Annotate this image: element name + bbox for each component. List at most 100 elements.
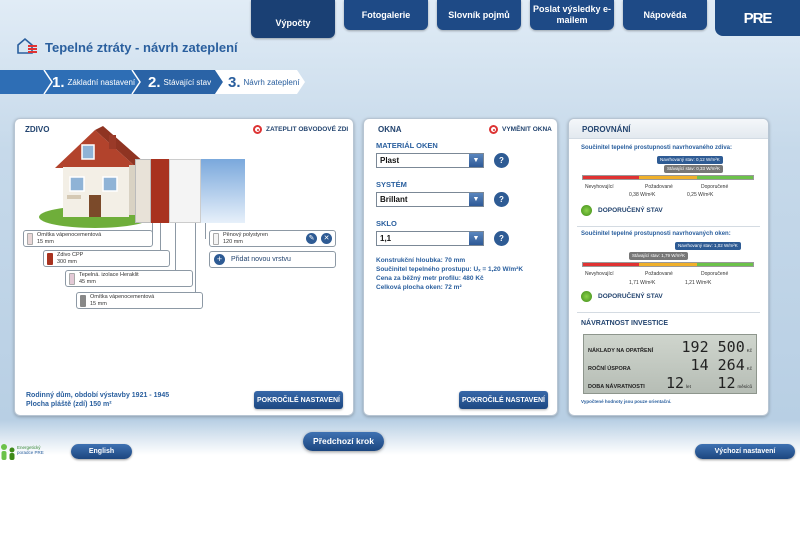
layer-item[interactable]: Omítka vápenocementová 15 mm — [23, 230, 153, 247]
step-3[interactable]: 3. Návrh zateplení — [228, 70, 300, 94]
wall-label-required: Požadované — [645, 184, 673, 190]
wall-panel: ZDIVO ZATEPLIT OBVODOVÉ ZDI Omítka vápen… — [14, 118, 354, 416]
payback-years-unit: let — [686, 384, 691, 389]
roi-note: Vypočtené hodnoty jsou pouze orientační. — [581, 399, 672, 404]
windows-label-recommended: Doporučené — [701, 271, 729, 277]
english-button[interactable]: English — [71, 444, 132, 459]
wall-u-title: Součinitel tepelné prostupnosti navrhova… — [581, 145, 733, 151]
windows-proposed-tip: Navrhovaný stav: 1,02 W/m²K — [675, 242, 741, 250]
payback-months: 12 — [717, 374, 736, 392]
roi-title: NÁVRATNOST INVESTICE — [581, 320, 668, 327]
plus-icon: + — [214, 254, 225, 265]
material-help-icon[interactable]: ? — [494, 153, 509, 168]
price-info: Cena za běžný metr profilu: 480 Kč — [376, 275, 484, 282]
windows-panel: OKNA VYMĚNIT OKNA MATERIÁL OKEN Plast ▼ … — [363, 118, 558, 416]
roi-costs-row: NÁKLADY NA OPATŘENÍ 192 500 Kč — [588, 340, 752, 355]
nav-vypocty[interactable]: Výpočty — [251, 0, 335, 38]
replace-windows-option[interactable]: VYMĚNIT OKNA — [489, 125, 552, 134]
insulate-walls-option[interactable]: ZATEPLIT OBVODOVÉ ZDI — [253, 125, 348, 134]
layer-name: Omítka vápenocementová — [37, 232, 102, 238]
wall-value-recommended: 0,25 W/m²K — [687, 192, 714, 198]
nav-napoveda[interactable]: Nápověda — [623, 0, 707, 30]
wall-u-bar — [582, 175, 754, 180]
step-2-label: Stávající stav — [163, 77, 212, 87]
system-value: Brillant — [380, 195, 408, 204]
roi-display: NÁKLADY NA OPATŘENÍ 192 500 Kč ROČNÍ ÚSP… — [583, 334, 757, 394]
windows-recommended-status: DOPORUČENÝ STAV — [581, 291, 663, 302]
windows-u-title: Součinitel tepelné prostupnosti navrhova… — [581, 231, 731, 237]
connector-line — [175, 223, 176, 277]
roi-savings-row: ROČNÍ ÚSPORA 14 264 Kč — [588, 356, 752, 374]
previous-step-button[interactable]: Předchozí krok — [303, 432, 384, 451]
wall-recommended-status: DOPORUČENÝ STAV — [581, 205, 663, 216]
wall-value-required: 0,38 W/m²K — [629, 192, 656, 198]
radio-icon — [489, 125, 498, 134]
comparison-title: POROVNÁNÍ — [582, 125, 631, 134]
connector-line — [195, 223, 196, 297]
payback-months-unit: měsíců — [737, 384, 752, 389]
windows-u-bar — [582, 262, 754, 267]
layer-item[interactable]: Tepelná. izolace Heraklit 45 mm — [65, 270, 193, 287]
system-select[interactable]: Brillant ▼ — [376, 192, 484, 207]
layer-name: Omítka vápenocementová — [90, 294, 155, 300]
windows-label-required: Požadované — [645, 271, 673, 277]
windows-label-bad: Nevyhovující — [585, 271, 614, 277]
step-3-label: Návrh zateplení — [243, 77, 300, 87]
new-layer-item[interactable]: Pěnový polystyren 120 mm ✎ ✕ — [209, 230, 336, 247]
green-status-icon — [581, 205, 592, 216]
system-help-icon[interactable]: ? — [494, 192, 509, 207]
material-value: Plast — [380, 156, 400, 165]
depth-info: Konstrukční hloubka: 70 mm — [376, 257, 466, 264]
pre-logo-text: PRE — [743, 9, 773, 27]
wall-label-bad: Nevyhovující — [585, 184, 614, 190]
step-2-num: 2. — [148, 73, 161, 91]
wall-current-tip: Stávající stav: 0,33 W/m²K — [664, 165, 724, 173]
add-layer-label: Přidat novou vrstvu — [231, 256, 291, 263]
nav-slovnik-pojmu[interactable]: Slovník pojmů — [437, 0, 521, 30]
layer-thickness: 15 mm — [90, 301, 107, 307]
replace-windows-label: VYMĚNIT OKNA — [502, 126, 552, 133]
step-1[interactable]: 1. Základní nastavení — [52, 70, 135, 94]
glass-help-icon[interactable]: ? — [494, 231, 509, 246]
layer-item[interactable]: Zdivo CPP 300 mm — [43, 250, 170, 267]
edit-icon[interactable]: ✎ — [306, 233, 317, 244]
nav-fotogalerie[interactable]: Fotogalerie — [344, 0, 428, 30]
delete-icon[interactable]: ✕ — [321, 233, 332, 244]
material-label: MATERIÁL OKEN — [376, 141, 438, 150]
connector-line — [205, 223, 206, 239]
logo-line-2: poradce PRE — [17, 450, 44, 455]
reset-button[interactable]: Výchozí nastavení — [695, 444, 795, 459]
step-2[interactable]: 2. Stávající stav — [148, 70, 211, 94]
layer-thickness: 15 mm — [37, 239, 54, 245]
pre-logo[interactable]: PRE — [715, 0, 800, 36]
wall-section-plaster — [135, 159, 151, 223]
material-select[interactable]: Plast ▼ — [376, 153, 484, 168]
savings-value: 14 264 — [690, 356, 745, 374]
house-icon — [17, 37, 37, 54]
add-layer-button[interactable]: + Přidat novou vrstvu — [209, 251, 336, 268]
costs-unit: Kč — [746, 348, 752, 353]
wall-advanced-button[interactable]: POKROČILÉ NASTAVENÍ — [254, 391, 343, 409]
house-area: Plocha pláště (zdí) 150 m² — [26, 401, 112, 408]
windows-current-tip: Stávající stav: 1,79 W/m²K — [629, 252, 689, 260]
chevron-down-icon: ▼ — [469, 154, 483, 167]
layer-swatch — [213, 233, 219, 245]
windows-advanced-button[interactable]: POKROČILÉ NASTAVENÍ — [459, 391, 548, 409]
insulate-walls-label: ZATEPLIT OBVODOVÉ ZDI — [266, 126, 349, 133]
payback-label: DOBA NÁVRATNOSTI — [588, 384, 645, 390]
layer-thickness: 300 mm — [57, 259, 77, 265]
windows-title: OKNA — [378, 125, 402, 134]
nav-poslat-vysledky[interactable]: Poslat výsledky e-mailem — [530, 0, 614, 30]
payback-years: 12 — [666, 374, 685, 392]
glass-select[interactable]: 1,1 ▼ — [376, 231, 484, 246]
step-3-num: 3. — [228, 73, 241, 91]
layer-item[interactable]: Omítka vápenocementová 15 mm — [76, 292, 203, 309]
area-info: Celková plocha oken: 72 m² — [376, 284, 462, 291]
step-1-label: Základní nastavení — [67, 77, 136, 87]
comparison-panel: POROVNÁNÍ Součinitel tepelné prostupnost… — [568, 118, 769, 416]
chevron-down-icon: ▼ — [469, 193, 483, 206]
layer-name: Tepelná. izolace Heraklit — [79, 272, 139, 278]
windows-recommended-label: DOPORUČENÝ STAV — [598, 293, 663, 300]
chevron-down-icon: ▼ — [469, 232, 483, 245]
wall-section-insulation — [169, 159, 201, 223]
